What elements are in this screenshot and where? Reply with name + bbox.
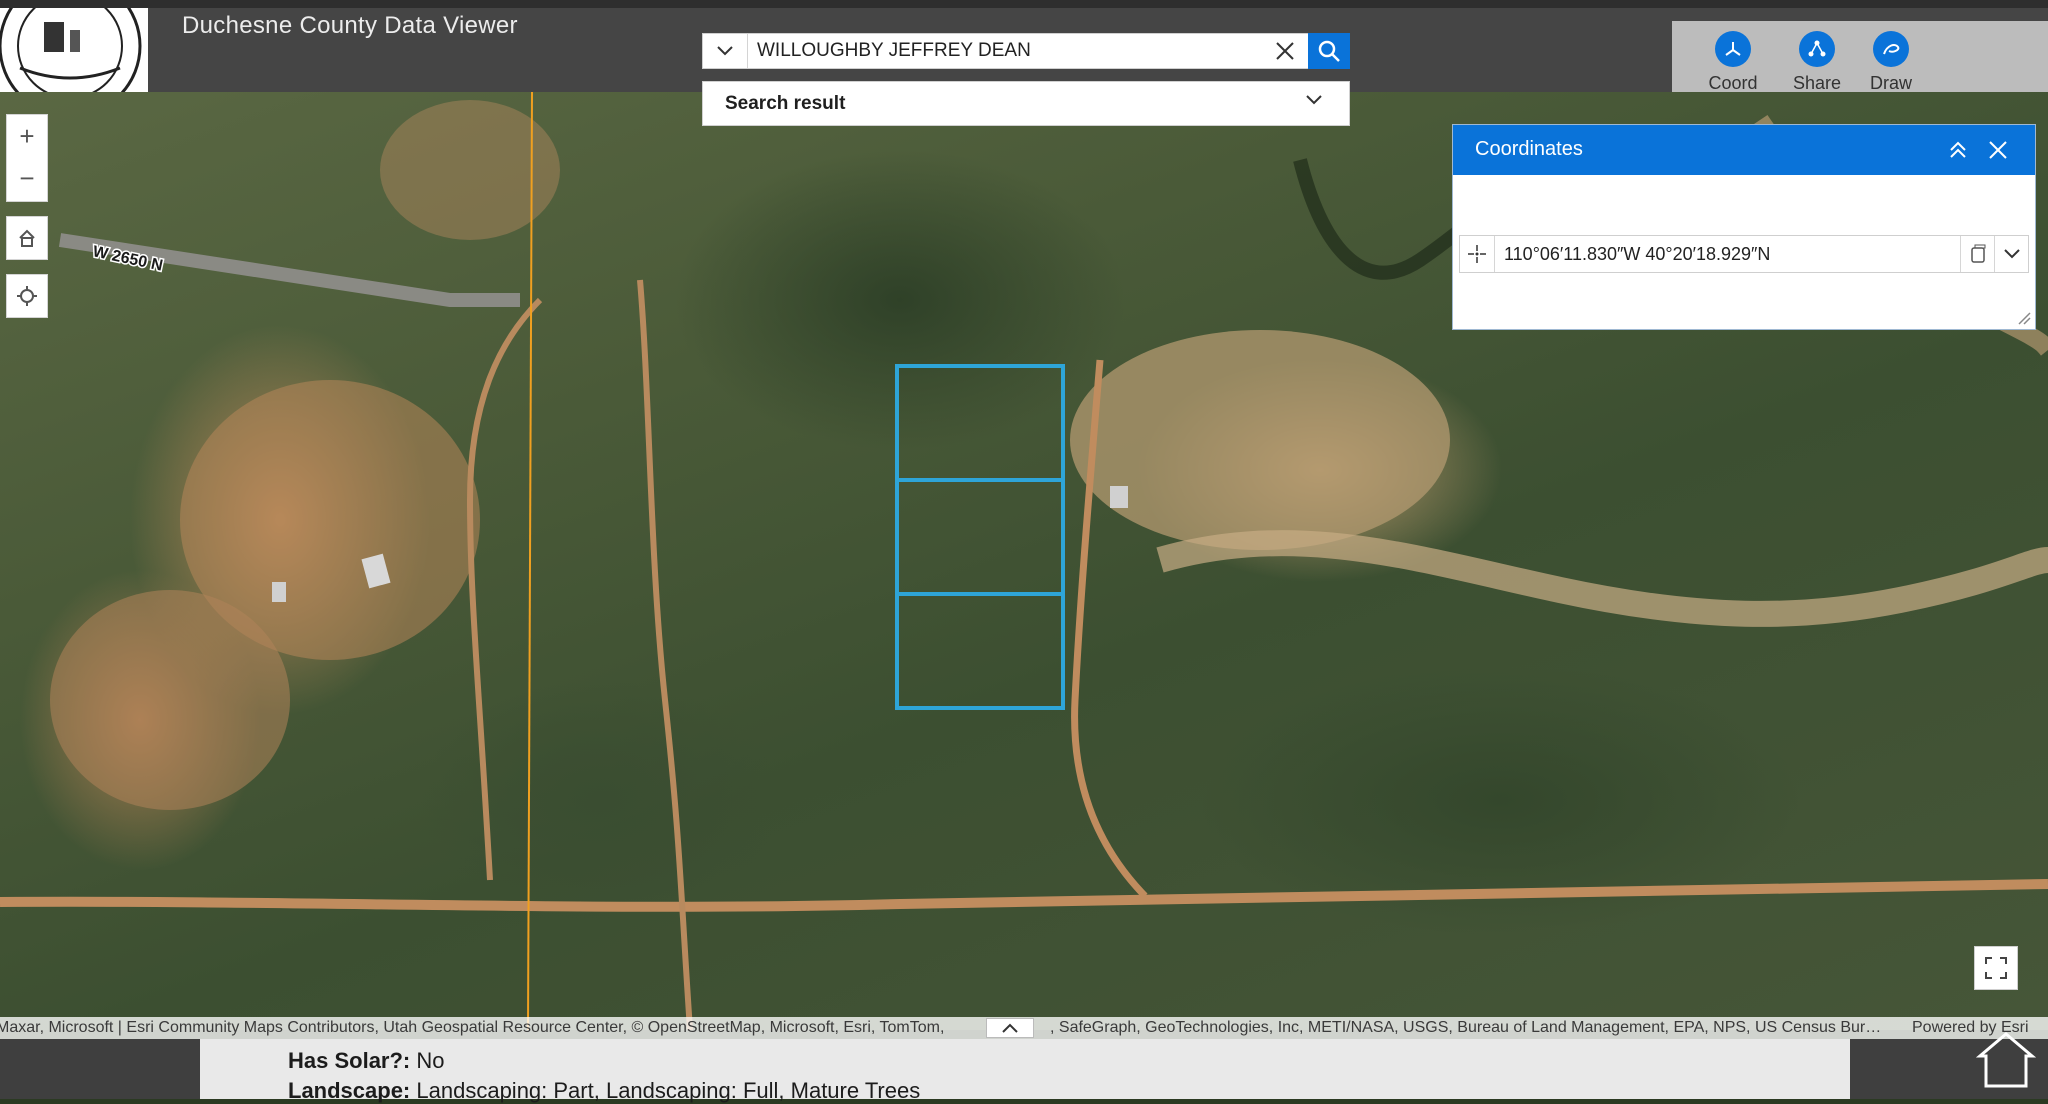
pick-location-button[interactable]	[1460, 236, 1495, 272]
attribution-expand-button[interactable]	[986, 1018, 1034, 1038]
zoom-controls: + −	[6, 114, 48, 202]
chevron-up-icon	[1002, 1023, 1018, 1033]
map-structure	[1110, 486, 1128, 508]
coordinates-panel-title: Coordinates	[1475, 138, 1583, 160]
header-top-strip	[0, 0, 2048, 8]
zoom-in-button[interactable]: +	[7, 115, 47, 157]
fullscreen-icon	[1985, 957, 2007, 979]
map-structure	[272, 582, 286, 602]
clear-search-button[interactable]	[1263, 34, 1307, 68]
close-icon	[1276, 42, 1294, 60]
copy-icon	[1971, 244, 1986, 263]
plus-icon: +	[19, 120, 35, 151]
parcel-outlines[interactable]	[895, 364, 1065, 710]
home-control	[6, 216, 48, 260]
attribution-text: Maxar, Microsoft | Esri Community Maps C…	[0, 1019, 945, 1036]
parcel-2[interactable]	[895, 478, 1065, 596]
tool-label: Draw	[1869, 73, 1912, 93]
map-clearing	[1070, 330, 1450, 550]
detail-value: No	[416, 1048, 445, 1073]
draw-tool-button[interactable]: Draw	[1856, 31, 1926, 94]
share-icon	[1799, 31, 1835, 67]
map-dirt-road	[0, 879, 2048, 912]
crosshair-icon	[1468, 245, 1486, 263]
locate-button[interactable]	[7, 275, 47, 317]
county-seal-logo	[0, 8, 148, 92]
county-boundary-line	[527, 91, 533, 1030]
map-dirt-road	[637, 279, 693, 1030]
collapse-icon[interactable]	[1947, 139, 1969, 161]
search-button[interactable]	[1308, 33, 1350, 69]
search-icon	[1318, 40, 1340, 62]
coordinate-icon	[1715, 31, 1751, 67]
chevron-down-icon	[717, 46, 733, 56]
widget-toolbar: Coord Share Draw	[1672, 21, 2048, 94]
search-results-label: Search result	[725, 93, 846, 114]
coordinate-format-dropdown[interactable]	[1994, 236, 2029, 272]
map-paved-road	[58, 233, 520, 307]
coord-tool-button[interactable]: Coord	[1698, 31, 1768, 94]
detail-label: Landscape:	[288, 1078, 411, 1103]
coordinates-panel-header: Coordinates	[1453, 125, 2035, 175]
draw-icon	[1873, 31, 1909, 67]
listing-detail-row: Landscape: Landscaping: Part, Landscapin…	[288, 1078, 920, 1104]
chevron-down-icon	[2004, 249, 2020, 259]
tool-label: Share	[1792, 73, 1842, 93]
map-attribution: Maxar, Microsoft | Esri Community Maps C…	[0, 1017, 2048, 1039]
home-icon	[19, 229, 35, 247]
close-icon[interactable]	[1987, 139, 2009, 161]
detail-value: Landscaping: Part, Landscaping: Full, Ma…	[416, 1078, 921, 1103]
parcel-1[interactable]	[895, 364, 1065, 482]
share-tool-button[interactable]: Share	[1782, 31, 1852, 94]
chevron-down-icon	[1306, 95, 1322, 105]
home-button[interactable]	[7, 217, 47, 259]
resize-handle-icon[interactable]	[2017, 311, 2031, 325]
minus-icon: −	[19, 162, 35, 193]
locate-icon	[17, 286, 37, 306]
search-source-dropdown[interactable]	[703, 34, 748, 68]
brand-watermark-icon	[1976, 1032, 2036, 1088]
coordinate-value: 110°06′11.830″W 40°20′18.929″N	[1504, 244, 1771, 264]
parcel-3[interactable]	[895, 592, 1065, 710]
zoom-out-button[interactable]: −	[7, 157, 47, 199]
search-input[interactable]	[757, 34, 1257, 68]
app-title: Duchesne County Data Viewer	[182, 12, 518, 39]
map-clearing	[380, 100, 560, 240]
coordinate-readout: 110°06′11.830″W 40°20′18.929″N	[1459, 235, 2029, 273]
locate-control	[6, 274, 48, 318]
map-clearing	[50, 590, 290, 810]
fullscreen-button[interactable]	[1974, 946, 2018, 990]
search-results-dropdown[interactable]: Search result	[702, 81, 1350, 126]
detail-label: Has Solar?:	[288, 1048, 411, 1073]
listing-detail-row: Has Solar?: No	[288, 1048, 445, 1074]
tool-label: Coord	[1708, 73, 1758, 93]
coordinates-panel: Coordinates 110°06′11.830″W 40°20′18.929…	[1452, 124, 2036, 330]
map-wash	[1156, 530, 2048, 627]
attribution-text: , SafeGraph, GeoTechnologies, Inc, METI/…	[1050, 1019, 1882, 1036]
search-bar	[702, 33, 1350, 69]
copy-coordinate-button[interactable]	[1960, 236, 1995, 272]
